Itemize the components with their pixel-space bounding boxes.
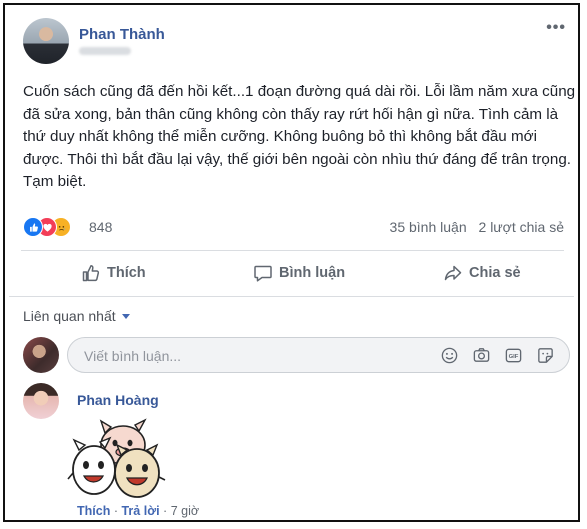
post-timestamp-blurred [79,47,131,55]
more-options-icon[interactable]: ••• [546,19,566,37]
reaction-count: 848 [89,219,113,235]
thumbs-up-icon [82,265,100,282]
comment-composer[interactable]: GIF [67,337,570,373]
divider [9,296,574,297]
comment-button[interactable]: Bình luận [253,263,345,283]
svg-text:GIF: GIF [509,354,519,360]
post-card: Phan Thành ••• Cuốn sách cũng đã đến hồi… [3,3,580,522]
post-author-name[interactable]: Phan Thành [79,26,165,43]
comment-input[interactable] [82,346,426,366]
share-arrow-icon [444,265,462,281]
caret-down-icon [121,313,130,319]
post-action-bar: Thích Bình luận Chia sẻ [21,257,564,289]
author-avatar[interactable] [23,18,69,64]
like-reaction-icon [23,217,43,237]
sticker-character-right [114,443,166,498]
comment-like-link[interactable]: Thích [77,504,110,518]
commenter-avatar[interactable] [23,383,59,419]
share-button-label: Chia sẻ [469,265,521,281]
composer-icon-group: GIF [440,346,555,365]
comment-sort-dropdown[interactable]: Liên quan nhất [23,308,130,324]
comment-sort-label: Liên quan nhất [23,308,116,324]
comment-reply-link[interactable]: Trả lời [121,504,159,518]
cartoon-sticker [67,418,166,498]
commenter-name[interactable]: Phan Hoàng [77,392,159,408]
comment-actions: Thích · Trả lời · 7 giờ [77,504,199,518]
speech-bubble-icon [254,265,272,282]
comment-count-link[interactable]: 35 bình luận [390,219,467,235]
gif-icon[interactable]: GIF [504,346,523,365]
emoji-icon[interactable] [440,346,459,365]
post-stats: 35 bình luận 2 lượt chia sẻ [390,219,564,235]
current-user-avatar[interactable] [23,337,59,373]
like-button[interactable]: Thích [81,263,146,283]
separator: · [163,504,168,518]
share-count-link[interactable]: 2 lượt chia sẻ [479,219,564,235]
comment-button-label: Bình luận [279,265,346,281]
post-text: Cuốn sách cũng đã đến hồi kết...1 đoạn đ… [23,83,576,190]
sticker-icon[interactable] [536,346,555,365]
camera-icon[interactable] [472,346,491,365]
comment-timestamp[interactable]: 7 giờ [171,504,199,518]
like-button-label: Thích [107,265,146,281]
separator: · [113,504,118,518]
divider [21,250,564,251]
share-button[interactable]: Chia sẻ [443,263,521,283]
